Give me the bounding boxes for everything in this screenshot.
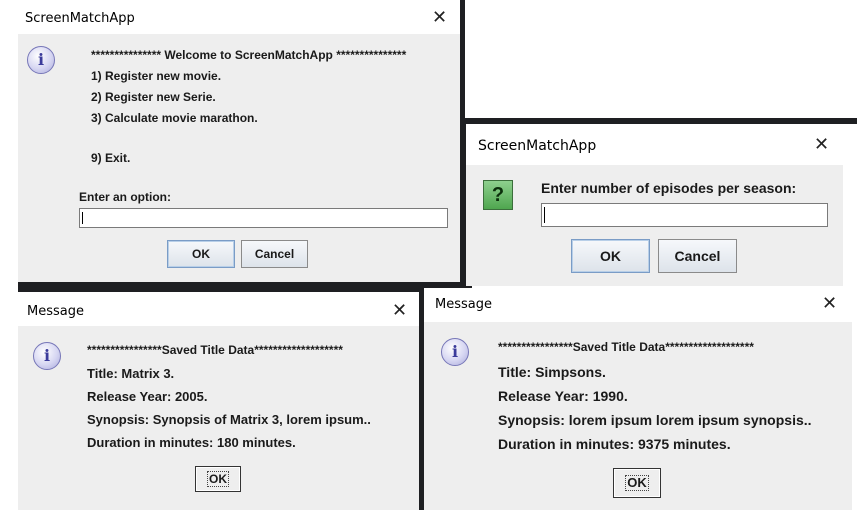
text-caret <box>544 207 545 223</box>
text-caret <box>82 212 83 224</box>
option-prompt: Enter an option: <box>79 190 171 204</box>
release-year-line: Release Year: 2005. <box>87 389 208 404</box>
information-icon: i <box>27 46 55 74</box>
movie-message-body: i ****************Saved Title Data******… <box>18 326 419 510</box>
window-title: ScreenMatchApp <box>478 138 597 154</box>
close-icon[interactable]: ✕ <box>822 295 837 313</box>
window-title: Message <box>27 304 84 319</box>
synopsis-line: Synopsis: lorem ipsum lorem ipsum synops… <box>498 412 812 428</box>
duration-line: Duration in minutes: 9375 minutes. <box>498 436 731 452</box>
menu-option-exit: 9) Exit. <box>91 151 131 165</box>
episodes-body: ? Enter number of episodes per season: O… <box>466 165 843 286</box>
title-line: Title: Matrix 3. <box>87 366 175 381</box>
ok-button[interactable]: OK <box>167 240 235 268</box>
menu-option-1: 1) Register new movie. <box>91 69 222 83</box>
ok-label: OK <box>207 471 229 487</box>
menu-option-3: 3) Calculate movie marathon. <box>91 111 258 125</box>
ok-button[interactable]: OK <box>613 468 661 498</box>
title-line: Title: Simpsons. <box>498 364 606 380</box>
movie-message-titlebar: Message ✕ <box>18 292 419 326</box>
cancel-button[interactable]: Cancel <box>241 240 308 268</box>
episodes-titlebar: ScreenMatchApp ✕ <box>466 124 843 165</box>
question-icon: ? <box>483 180 513 210</box>
ok-button[interactable]: OK <box>571 239 650 273</box>
close-icon[interactable]: ✕ <box>814 136 829 154</box>
serie-message-titlebar: Message ✕ <box>424 288 852 322</box>
menu-option-2: 2) Register new Serie. <box>91 90 216 104</box>
information-icon: i <box>441 338 469 366</box>
information-icon: i <box>33 342 61 370</box>
welcome-header: *************** Welcome to ScreenMatchAp… <box>91 48 407 62</box>
saved-header: ****************Saved Title Data********… <box>87 343 343 357</box>
ok-label: OK <box>625 475 649 491</box>
ok-button[interactable]: OK <box>195 466 241 492</box>
release-year-line: Release Year: 1990. <box>498 388 628 404</box>
close-icon[interactable]: ✕ <box>432 9 447 27</box>
episodes-input[interactable] <box>541 203 828 227</box>
welcome-body: i *************** Welcome to ScreenMatch… <box>18 34 460 282</box>
cancel-button[interactable]: Cancel <box>658 239 737 273</box>
welcome-dialog: ScreenMatchApp ✕ i *************** Welco… <box>18 0 460 282</box>
synopsis-line: Synopsis: Synopsis of Matrix 3, lorem ip… <box>87 412 371 427</box>
serie-message-dialog: Message ✕ i ****************Saved Title … <box>424 288 852 510</box>
serie-message-body: i ****************Saved Title Data******… <box>424 322 852 510</box>
duration-line: Duration in minutes: 180 minutes. <box>87 435 296 450</box>
window-title: ScreenMatchApp <box>25 11 135 26</box>
episodes-prompt: Enter number of episodes per season: <box>541 180 797 196</box>
saved-header: ****************Saved Title Data********… <box>498 340 754 354</box>
episodes-dialog: ScreenMatchApp ✕ ? Enter number of episo… <box>466 124 843 286</box>
close-icon[interactable]: ✕ <box>392 302 407 320</box>
movie-message-dialog: Message ✕ i ****************Saved Title … <box>18 292 419 510</box>
welcome-titlebar: ScreenMatchApp ✕ <box>18 0 460 34</box>
option-input[interactable] <box>79 208 448 228</box>
window-title: Message <box>435 297 492 312</box>
